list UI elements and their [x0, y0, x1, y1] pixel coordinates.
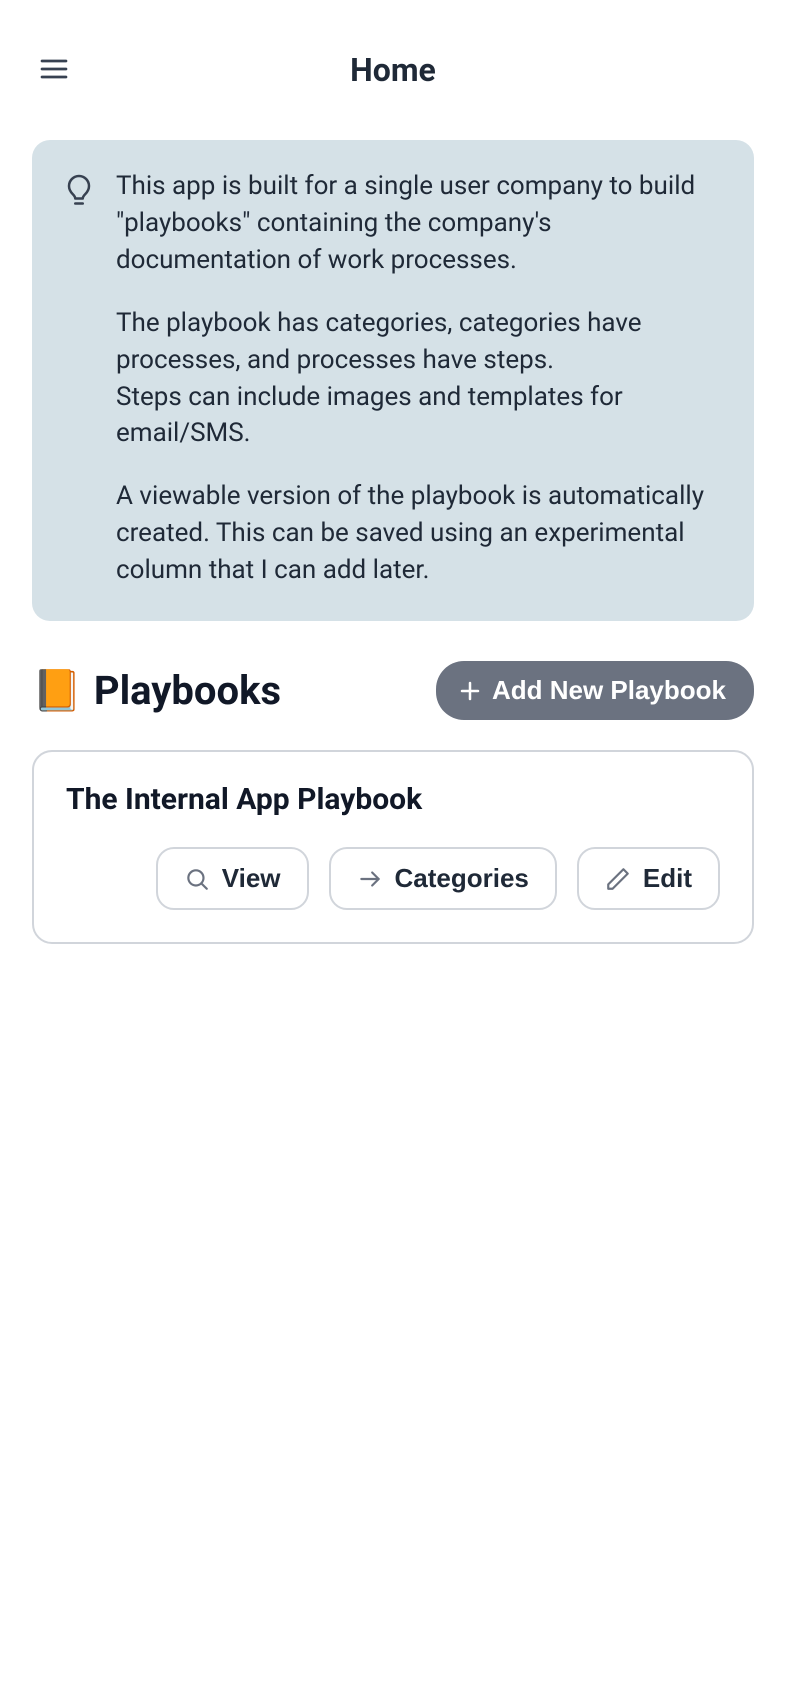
- plus-icon: [458, 679, 482, 703]
- section-header: 📙 Playbooks Add New Playbook: [32, 661, 754, 720]
- header: Home: [32, 0, 754, 140]
- categories-button[interactable]: Categories: [329, 847, 557, 910]
- info-paragraph: Steps can include images and templates f…: [116, 379, 722, 453]
- info-text: This app is built for a single user comp…: [116, 168, 722, 589]
- menu-button[interactable]: [38, 53, 70, 88]
- search-icon: [184, 866, 210, 892]
- info-paragraph: A viewable version of the playbook is au…: [116, 478, 722, 589]
- pencil-icon: [605, 866, 631, 892]
- info-box: This app is built for a single user comp…: [32, 140, 754, 621]
- section-title-text: Playbooks: [94, 667, 281, 714]
- book-icon: 📙: [32, 671, 82, 711]
- menu-icon: [38, 53, 70, 85]
- edit-label: Edit: [643, 863, 692, 894]
- categories-label: Categories: [395, 863, 529, 894]
- view-button[interactable]: View: [156, 847, 309, 910]
- lightbulb-icon: [64, 168, 94, 589]
- add-playbook-label: Add New Playbook: [492, 675, 726, 706]
- section-title: 📙 Playbooks: [32, 667, 281, 714]
- edit-button[interactable]: Edit: [577, 847, 720, 910]
- page-title: Home: [32, 51, 754, 89]
- arrow-right-icon: [357, 866, 383, 892]
- card-actions: View Categories Edit: [66, 847, 720, 910]
- playbook-card: The Internal App Playbook View Categorie…: [32, 750, 754, 944]
- add-playbook-button[interactable]: Add New Playbook: [436, 661, 754, 720]
- view-label: View: [222, 863, 281, 894]
- info-paragraph: This app is built for a single user comp…: [116, 168, 722, 279]
- info-paragraph: The playbook has categories, categories …: [116, 305, 722, 379]
- playbook-title: The Internal App Playbook: [66, 782, 720, 817]
